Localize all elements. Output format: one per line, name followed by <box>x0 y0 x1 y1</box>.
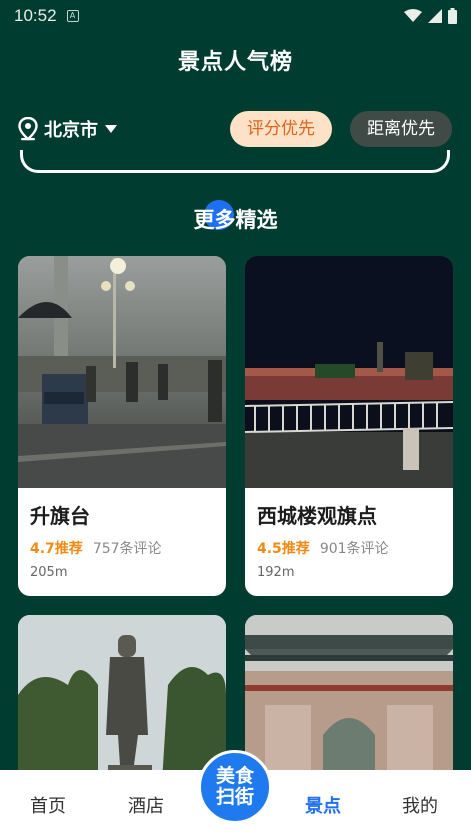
attraction-distance: 192m <box>257 565 295 580</box>
attraction-rating: 4.7推荐 <box>30 541 83 557</box>
tab-mine[interactable]: 我的 <box>402 792 438 818</box>
city-label: 北京市 <box>44 120 98 141</box>
attraction-reviews: 757条评论 <box>92 541 162 557</box>
attraction-card[interactable]: 西城楼观旗点 4.5推荐 901条评论 192m <box>245 256 453 596</box>
battery-icon <box>448 8 457 24</box>
caret-down-icon <box>105 125 117 133</box>
food-street-button[interactable]: 美食 扫街 <box>198 750 272 824</box>
attraction-photo <box>245 256 453 488</box>
attraction-meta: 4.5推荐 901条评论 <box>257 538 389 558</box>
status-time: 10:52 <box>14 6 57 25</box>
attraction-distance: 205m <box>30 565 68 580</box>
attraction-reviews: 901条评论 <box>319 541 389 557</box>
status-bar: 10:52 A <box>0 0 471 32</box>
status-icons <box>404 8 457 24</box>
food-street-label-line2: 扫街 <box>215 786 254 808</box>
tab-home[interactable]: 首页 <box>30 792 66 818</box>
tab-attractions[interactable]: 景点 <box>305 792 341 818</box>
search-bar-edge <box>20 150 450 173</box>
attraction-name: 西城楼观旗点 <box>257 504 377 528</box>
sort-by-rating-button[interactable]: 评分优先 <box>230 111 332 147</box>
attraction-rating: 4.5推荐 <box>257 541 310 557</box>
section-title: 更多精选 <box>193 208 278 232</box>
attraction-name: 升旗台 <box>30 504 90 528</box>
wifi-icon <box>404 9 422 22</box>
food-street-label-line1: 美食 <box>215 765 254 787</box>
page-title: 景点人气榜 <box>177 50 293 75</box>
location-selector[interactable]: 北京市 <box>18 116 118 142</box>
sort-by-distance-button[interactable]: 距离优先 <box>350 111 452 147</box>
attraction-photo <box>18 256 226 488</box>
notification-icon: A <box>66 10 79 22</box>
attraction-meta: 4.7推荐 757条评论 <box>30 538 162 558</box>
tab-hotel[interactable]: 酒店 <box>128 792 164 818</box>
attraction-card[interactable]: 升旗台 4.7推荐 757条评论 205m <box>18 256 226 596</box>
signal-icon <box>428 9 442 23</box>
location-pin-icon <box>18 117 38 141</box>
